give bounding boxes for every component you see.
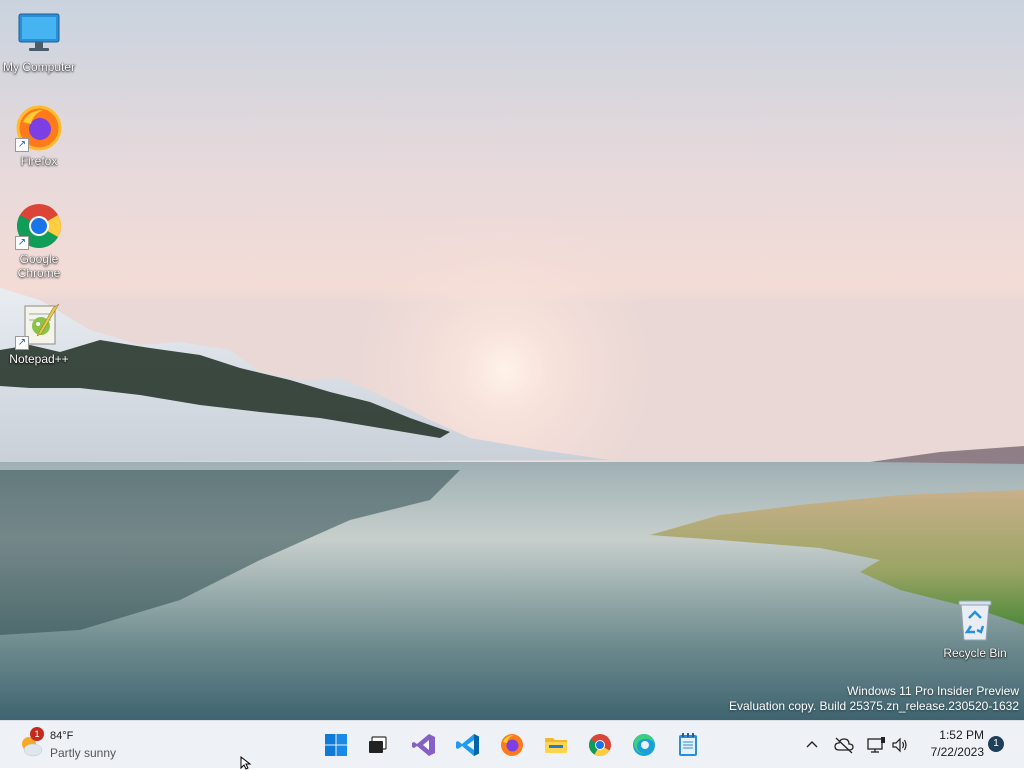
onedrive-status-button[interactable] [832, 733, 856, 757]
weather-description: Partly sunny [50, 746, 117, 760]
chrome-icon [589, 734, 611, 756]
evaluation-watermark: Windows 11 Pro Insider Preview Evaluatio… [729, 684, 1019, 714]
taskbar-file-explorer[interactable] [540, 729, 572, 761]
clock[interactable]: 1:52 PM 7/22/2023 [931, 727, 984, 761]
network-button[interactable] [864, 733, 888, 757]
desktop-icon-label: My Computer [2, 60, 76, 74]
taskbar-vscode[interactable] [452, 729, 484, 761]
firefox-icon [501, 734, 523, 756]
taskbar-firefox[interactable] [496, 729, 528, 761]
taskbar: 1 84°F Partly sunny 1:52 PM 7/22/2023 1 [0, 720, 1024, 768]
weather-widget[interactable]: 1 84°F Partly sunny [16, 727, 136, 763]
cloud-offline-icon [834, 737, 854, 754]
volume-icon [892, 737, 907, 753]
chevron-up-icon [806, 741, 818, 748]
clock-date: 7/22/2023 [930, 745, 984, 759]
start-button[interactable] [320, 729, 352, 761]
desktop-icon-notepadpp[interactable]: ↗ Notepad++ [0, 302, 78, 366]
notepadpp-icon: ↗ [15, 302, 63, 350]
wallpaper [0, 0, 1024, 720]
watermark-line-edition: Windows 11 Pro Insider Preview [847, 684, 1019, 698]
vscode-icon [456, 734, 479, 756]
taskbar-notepad[interactable] [672, 729, 704, 761]
task-view-icon [369, 736, 387, 753]
edge-icon [633, 733, 655, 756]
desktop-icon-my-computer[interactable]: My Computer [0, 10, 78, 74]
notepad-icon [679, 733, 697, 756]
taskbar-edge[interactable] [628, 729, 660, 761]
clock-time: 1:52 PM [939, 728, 984, 742]
shortcut-arrow-icon: ↗ [15, 336, 29, 350]
shortcut-arrow-icon: ↗ [15, 138, 29, 152]
weather-temperature: 84°F [50, 730, 74, 742]
firefox-icon: ↗ [15, 104, 63, 152]
desktop-icon-google-chrome[interactable]: ↗ Google Chrome [0, 202, 78, 280]
desktop-icon-label: Google Chrome [17, 252, 61, 280]
recycle-bin-icon [951, 596, 999, 644]
windows-start-icon [325, 734, 347, 756]
notification-center-badge[interactable]: 1 [988, 736, 1004, 752]
file-explorer-icon [545, 738, 567, 753]
desktop-icon-label: Recycle Bin [943, 646, 1007, 660]
taskbar-chrome[interactable] [584, 729, 616, 761]
desktop[interactable]: My Computer ↗ Firefox ↗ Google Chrome ↗ … [0, 0, 1024, 720]
desktop-icon-firefox[interactable]: ↗ Firefox [0, 104, 78, 168]
network-icon [867, 737, 885, 753]
visual-studio-icon [412, 734, 435, 756]
weather-alert-badge: 1 [30, 727, 44, 741]
task-view-button[interactable] [362, 729, 394, 761]
desktop-icon-recycle-bin[interactable]: Recycle Bin [936, 596, 1014, 660]
taskbar-visual-studio[interactable] [408, 729, 440, 761]
monitor-icon [15, 10, 63, 58]
watermark-line-build: Evaluation copy. Build 25375.zn_release.… [729, 699, 1019, 713]
volume-button[interactable] [888, 733, 912, 757]
desktop-icon-label: Firefox [20, 154, 58, 168]
chrome-icon: ↗ [15, 202, 63, 250]
show-hidden-icons-button[interactable] [800, 733, 824, 757]
desktop-icon-label: Notepad++ [9, 352, 69, 366]
shortcut-arrow-icon: ↗ [15, 236, 29, 250]
